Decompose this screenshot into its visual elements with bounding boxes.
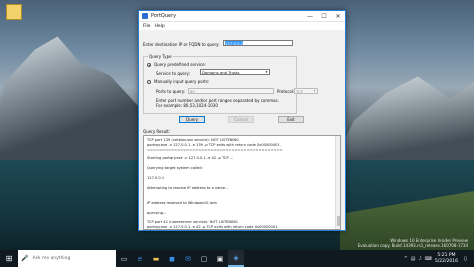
result-line: Starting portqry.exe -n 127.0.0.1 -e 42 …	[147, 156, 234, 160]
result-line: TCP port 42 (nameserver service): NOT LI…	[147, 220, 238, 224]
cortana-search-box[interactable]: 🎤 Ask me anything	[18, 250, 116, 267]
start-button[interactable]: ⊞	[0, 250, 18, 267]
network-icon[interactable]: ▤	[411, 256, 416, 262]
result-line: ========================================…	[147, 148, 283, 152]
desktop-folder-icon[interactable]	[6, 4, 22, 20]
result-line: Querying target system called:	[147, 166, 203, 170]
result-line: TCP port 139 (netbios-ssn service): NOT …	[147, 138, 239, 142]
mountain-left	[0, 36, 140, 160]
result-line: Attempting to resolve IP address to a na…	[147, 186, 229, 190]
client-area: Enter destination IP or FQDN to query: 1…	[139, 30, 345, 230]
protocol-select[interactable]: TCP ▾	[294, 88, 318, 94]
result-scrollbar[interactable]	[335, 136, 340, 229]
ports-hint-line2: For example: 80,53,1024-1030	[156, 103, 218, 108]
chevron-down-icon: ▾	[265, 70, 268, 74]
result-line: querying...	[147, 211, 167, 215]
manual-ports-label: Manually input query ports:	[154, 79, 210, 84]
destination-input[interactable]: 127.0.0.1	[223, 40, 293, 46]
service-to-query-label: Service to query:	[156, 71, 190, 76]
clock-time: 5:21 PM	[437, 252, 456, 258]
manual-ports-radio[interactable]	[147, 80, 151, 84]
mountain-right	[330, 76, 474, 170]
minimize-button[interactable]: —	[303, 11, 317, 22]
result-line: portqry.exe -n 127.0.0.1 -e 139 -p TCP e…	[147, 143, 281, 147]
query-result-label: Query Result:	[143, 129, 171, 134]
service-select[interactable]: Domains and Trusts ▾	[200, 69, 270, 75]
chevron-down-icon: ▾	[313, 89, 316, 93]
predefined-service-radio[interactable]	[147, 63, 151, 67]
portquery-taskbar-icon[interactable]: ◈	[228, 250, 244, 267]
windows-logo-icon: ⊞	[5, 254, 13, 263]
menu-file[interactable]: File	[143, 24, 151, 29]
mail-icon[interactable]: ✉	[180, 250, 196, 267]
store-icon[interactable]: ◼	[164, 250, 180, 267]
edge-icon[interactable]: e	[132, 250, 148, 267]
cancel-button[interactable]: Cancel	[228, 116, 254, 123]
menu-bar: File Help	[139, 22, 345, 30]
ports-input[interactable]: 80	[188, 88, 274, 94]
watermark-line2: Evaluation copy. Build 14393.rs1_release…	[357, 243, 468, 248]
window-title: PortQuery	[151, 13, 177, 19]
maximize-button[interactable]: ☐	[317, 11, 331, 22]
query-type-group: Query Type Query predefined service: Ser…	[143, 54, 318, 114]
action-center-icon[interactable]: ▯	[464, 256, 472, 262]
file-explorer-icon[interactable]: ▬	[148, 250, 164, 267]
keyboard-icon[interactable]: ⌨	[425, 256, 432, 262]
result-line: IP address resolved to Windows10-lwin	[147, 201, 217, 205]
menu-help[interactable]: Help	[155, 24, 165, 29]
app-icon[interactable]: ▢	[196, 250, 212, 267]
portquery-window: PortQuery — ☐ ✕ File Help Enter destinat…	[138, 10, 346, 231]
taskbar: ⊞ 🎤 Ask me anything ▭ e ▬ ◼ ✉ ▢ ▣ ◈ ^ ▤ …	[0, 250, 474, 267]
result-line: portqry.exe -n 127.0.0.1 -e 42 -p TCP ex…	[147, 225, 279, 229]
task-view-icon[interactable]: ▭	[116, 250, 132, 267]
protocol-label: Protocol:	[277, 89, 295, 94]
predefined-service-label: Query predefined service:	[154, 62, 206, 67]
exit-button[interactable]: Exit	[278, 116, 304, 123]
query-result-box[interactable]: TCP port 139 (netbios-ssn service): NOT …	[143, 135, 341, 230]
destination-value: 127.0.0.1	[225, 41, 244, 46]
system-tray: ^ ▤ ♪ ⌨ 5:21 PM 5/22/2016 ▯	[404, 250, 474, 267]
scrollbar-thumb[interactable]	[337, 216, 340, 226]
clock[interactable]: 5:21 PM 5/22/2016	[435, 253, 458, 265]
clock-date: 5/22/2016	[434, 258, 458, 264]
ports-to-query-label: Ports to query:	[156, 89, 186, 94]
close-button[interactable]: ✕	[331, 11, 345, 22]
app-icon[interactable]: ▣	[212, 250, 228, 267]
result-line: 127.0.0.1	[147, 176, 165, 180]
microphone-icon[interactable]: 🎤	[21, 255, 28, 262]
volume-icon[interactable]: ♪	[419, 256, 422, 262]
query-button[interactable]: Query	[179, 116, 205, 123]
service-select-value: Domains and Trusts	[202, 70, 240, 75]
destination-label: Enter destination IP or FQDN to query:	[143, 42, 220, 47]
chevron-up-icon[interactable]: ^	[404, 256, 408, 262]
protocol-select-value: TCP	[296, 89, 304, 94]
query-type-label: Query Type	[148, 54, 173, 59]
search-placeholder: Ask me anything	[32, 256, 71, 261]
portquery-app-icon	[142, 13, 148, 19]
title-bar[interactable]: PortQuery — ☐ ✕	[139, 11, 345, 22]
